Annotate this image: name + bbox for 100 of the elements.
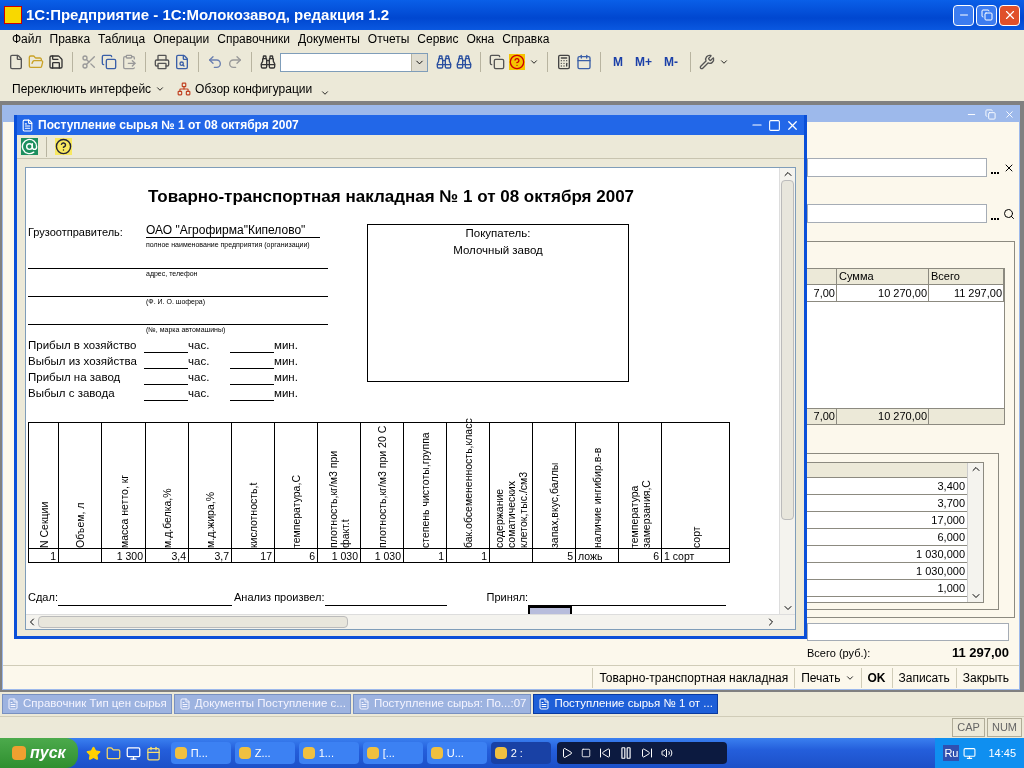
app-icon xyxy=(494,747,507,759)
table-cell: 6 xyxy=(618,548,662,563)
input-field[interactable] xyxy=(807,158,987,177)
menu-item[interactable]: Окна xyxy=(466,29,495,48)
folder-icon[interactable] xyxy=(105,745,121,761)
signature-label: Анализ произвел: xyxy=(233,590,325,605)
find-previous-icon[interactable] xyxy=(456,54,472,70)
search-icon[interactable] xyxy=(1003,207,1015,220)
status-indicator: NUM xyxy=(986,718,1022,737)
fill-in-line xyxy=(144,352,188,353)
minutes-label: мин. xyxy=(274,385,298,401)
monitor-icon[interactable] xyxy=(125,745,141,761)
toolbar-button[interactable]: Переключить интерфейс xyxy=(8,80,170,98)
copy-icon[interactable] xyxy=(101,54,117,70)
memory-button[interactable]: M+ xyxy=(631,53,656,71)
menu-item[interactable]: Сервис xyxy=(417,29,459,48)
menu-item[interactable]: Правка xyxy=(49,29,91,48)
media-player[interactable] xyxy=(556,742,727,764)
play-icon[interactable] xyxy=(560,747,573,759)
clock: 14:45 xyxy=(988,745,1016,761)
undo-icon[interactable] xyxy=(207,54,223,70)
shipper-name: ОАО "Агрофирма"Кипелово" xyxy=(146,223,320,238)
app-icon xyxy=(174,747,187,759)
total-cell: 10 270,00 xyxy=(837,409,929,424)
fill-in-line xyxy=(230,352,274,353)
caret-icon[interactable] xyxy=(320,88,331,98)
command-button[interactable]: Товарно-транспортная накладная xyxy=(592,667,795,688)
email-icon[interactable] xyxy=(21,138,38,155)
pause-icon[interactable] xyxy=(618,746,633,760)
time-label: Выбыл с завода xyxy=(28,385,116,401)
previous-icon[interactable] xyxy=(598,747,611,759)
maximize-icon[interactable] xyxy=(768,118,781,132)
stop-icon[interactable] xyxy=(580,748,591,758)
restore-icon xyxy=(980,9,993,21)
calendar-icon[interactable] xyxy=(145,745,161,761)
caret-icon[interactable] xyxy=(529,57,539,67)
table-cell: 1 xyxy=(28,548,59,563)
input-field[interactable] xyxy=(807,623,1009,641)
new-document-icon[interactable] xyxy=(8,54,24,70)
scrollbar[interactable] xyxy=(26,614,795,629)
menu-item[interactable]: Справка xyxy=(502,29,550,48)
command-button[interactable]: Записать xyxy=(891,667,956,688)
fill-in-line xyxy=(230,368,274,369)
next-icon[interactable] xyxy=(640,747,653,759)
menu-item[interactable]: Отчеты xyxy=(367,29,410,48)
command-button[interactable]: OK xyxy=(860,667,892,688)
restore-button[interactable] xyxy=(976,4,997,26)
table-cell: 1 030 xyxy=(317,548,361,563)
taskbar-button[interactable]: 2 : xyxy=(490,742,551,764)
taskbar-button[interactable]: 1... xyxy=(298,742,359,764)
column-header: кислотность,t xyxy=(231,422,275,549)
windows-icon[interactable] xyxy=(489,54,505,70)
language-indicator[interactable]: Ru xyxy=(943,744,960,762)
buyer-name: Молочный завод xyxy=(453,242,543,258)
print-icon[interactable] xyxy=(154,54,170,70)
table-cell: ложь xyxy=(575,548,619,563)
taskbar-button[interactable]: П... xyxy=(170,742,231,764)
memory-button[interactable]: M xyxy=(609,53,627,71)
menu-item[interactable]: Файл xyxy=(12,29,42,48)
column-header: масса нетто, кг xyxy=(101,422,146,549)
command-button[interactable]: Печать xyxy=(794,667,861,688)
input-field[interactable] xyxy=(807,204,987,223)
hours-label: час. xyxy=(188,353,211,369)
time-label: Прибыл на завод xyxy=(28,369,122,385)
tools-icon[interactable] xyxy=(699,54,715,70)
find-next-icon[interactable] xyxy=(436,54,452,70)
command-button[interactable]: Закрыть xyxy=(955,667,1015,688)
memory-button[interactable]: M- xyxy=(660,53,682,71)
scrollbar[interactable] xyxy=(779,168,795,614)
calculator-icon[interactable] xyxy=(556,54,572,70)
menu-item[interactable]: Таблица xyxy=(98,29,146,48)
volume-icon[interactable] xyxy=(660,747,673,759)
app-icon xyxy=(302,747,315,759)
star-icon[interactable] xyxy=(85,745,101,761)
preview-icon[interactable] xyxy=(174,54,190,70)
taskbar-button[interactable]: [... xyxy=(362,742,423,764)
minimize-button[interactable] xyxy=(953,4,974,26)
help-icon[interactable] xyxy=(55,138,72,155)
column-header: м.д.жира,% xyxy=(188,422,232,549)
window-tab[interactable]: Поступление сырья № 1 от ... xyxy=(533,694,718,714)
search-icon[interactable] xyxy=(260,54,276,70)
toolbar-button[interactable]: Обзор конфигурации xyxy=(173,80,317,98)
menu-item[interactable]: Справочники xyxy=(217,29,290,48)
taskbar-button[interactable]: Z... xyxy=(234,742,295,764)
signature-label: Принял: xyxy=(486,590,529,605)
app-icon xyxy=(238,747,251,759)
menu-item[interactable]: Операции xyxy=(153,29,210,48)
scrollbar[interactable] xyxy=(967,463,983,602)
window-title: Поступление сырья № 1 от 08 октября 2007 xyxy=(38,117,299,134)
caret-icon[interactable] xyxy=(719,57,729,67)
close-button[interactable] xyxy=(999,4,1020,26)
table-cell: 1 xyxy=(446,548,490,563)
column-header: температура замерзания,С xyxy=(618,422,662,549)
calendar-icon[interactable] xyxy=(576,54,592,70)
menu-item[interactable]: Документы xyxy=(297,29,360,48)
fill-in-line xyxy=(230,400,274,401)
save-icon[interactable] xyxy=(48,54,64,70)
taskbar-button[interactable]: U... xyxy=(426,742,487,764)
column-header: температура,С xyxy=(274,422,318,549)
hours-label: час. xyxy=(188,385,211,401)
